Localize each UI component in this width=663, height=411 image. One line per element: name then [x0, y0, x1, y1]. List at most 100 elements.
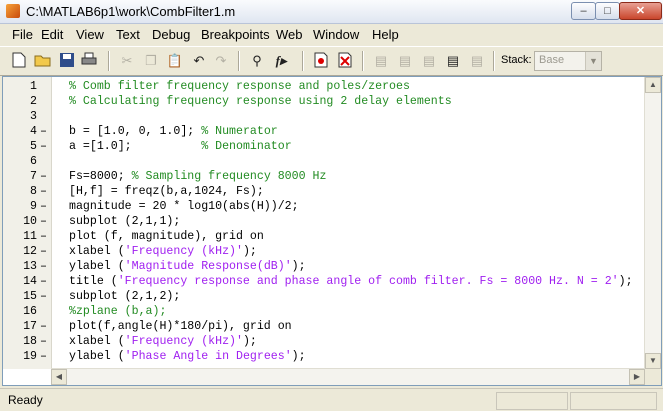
- maximize-button[interactable]: □: [595, 2, 620, 20]
- step-in-icon[interactable]: ▤: [396, 52, 414, 70]
- toolbar: ✂ ❐ 📋 ↶ ↷ ⚲ f▸ ▤ ▤ ▤ ▤ ▤ Stack: Base ▼: [0, 46, 663, 76]
- menu-edit[interactable]: Edit: [41, 27, 63, 42]
- code-line[interactable]: 9– magnitude = 20 * log10(abs(H))/2;: [3, 199, 643, 214]
- breakpoint-marker[interactable]: –: [40, 349, 47, 364]
- paste-icon[interactable]: 📋: [166, 52, 184, 70]
- menu-file[interactable]: File: [12, 27, 33, 42]
- menu-text[interactable]: Text: [116, 27, 140, 42]
- minimize-button[interactable]: –: [571, 2, 596, 20]
- print-icon[interactable]: [80, 52, 98, 70]
- line-number: 4: [30, 125, 37, 138]
- code-text: % Calculating frequency response using 2…: [69, 94, 452, 109]
- code-line[interactable]: 10– subplot (2,1,1);: [3, 214, 643, 229]
- code-line[interactable]: 2 % Calculating frequency response using …: [3, 94, 643, 109]
- code-line[interactable]: 6: [3, 154, 643, 169]
- code-line[interactable]: 8– [H,f] = freqz(b,a,1024, Fs);: [3, 184, 643, 199]
- code-line[interactable]: 4– b = [1.0, 0, 1.0]; % Numerator: [3, 124, 643, 139]
- code-text: xlabel ('Frequency (kHz)');: [69, 334, 257, 349]
- find-binoculars-icon[interactable]: ⚲: [248, 52, 266, 70]
- save-icon[interactable]: [58, 52, 76, 70]
- breakpoint-marker[interactable]: –: [40, 169, 47, 184]
- scroll-right-icon[interactable]: ▶: [629, 369, 645, 385]
- code-token: plot (f, magnitude), grid on: [69, 230, 264, 243]
- line-number: 14: [23, 275, 37, 288]
- code-line[interactable]: 7– Fs=8000; % Sampling frequency 8000 Hz: [3, 169, 643, 184]
- step-icon[interactable]: ▤: [372, 52, 390, 70]
- code-token: ylabel (: [69, 350, 125, 363]
- code-line[interactable]: 14– title ('Frequency response and phase …: [3, 274, 643, 289]
- close-button[interactable]: ✕: [619, 2, 662, 20]
- scrollbar-corner: [645, 369, 661, 385]
- code-line[interactable]: 13– ylabel ('Magnitude Response(dB)');: [3, 259, 643, 274]
- breakpoint-marker[interactable]: –: [40, 259, 47, 274]
- code-comment: % Sampling frequency 8000 Hz: [131, 170, 327, 183]
- code-line[interactable]: 16 %zplane (b,a);: [3, 304, 643, 319]
- continue-icon[interactable]: ▤: [444, 52, 462, 70]
- menu-breakpoints[interactable]: Breakpoints: [201, 27, 270, 42]
- code-editor[interactable]: 1 % Comb filter frequency response and po…: [2, 76, 662, 386]
- line-number: 6: [30, 155, 37, 168]
- code-text: b = [1.0, 0, 1.0]; % Numerator: [69, 124, 278, 139]
- menu-help[interactable]: Help: [372, 27, 399, 42]
- breakpoint-marker[interactable]: –: [40, 244, 47, 259]
- breakpoint-marker[interactable]: –: [40, 124, 47, 139]
- breakpoint-marker[interactable]: –: [40, 199, 47, 214]
- line-number: 13: [23, 260, 37, 273]
- step-out-icon[interactable]: ▤: [420, 52, 438, 70]
- breakpoint-marker[interactable]: –: [40, 289, 47, 304]
- breakpoint-marker[interactable]: –: [40, 229, 47, 244]
- quit-debug-icon[interactable]: ▤: [468, 52, 486, 70]
- cut-icon[interactable]: ✂: [118, 52, 136, 70]
- function-icon[interactable]: f▸: [272, 52, 290, 70]
- line-number: 11: [23, 230, 37, 243]
- code-line[interactable]: 11– plot (f, magnitude), grid on: [3, 229, 643, 244]
- breakpoint-marker[interactable]: –: [40, 334, 47, 349]
- set-breakpoint-icon[interactable]: [312, 52, 330, 70]
- scroll-left-icon[interactable]: ◀: [51, 369, 67, 385]
- toolbar-separator: [238, 51, 240, 71]
- breakpoint-marker[interactable]: –: [40, 184, 47, 199]
- code-line[interactable]: 18– xlabel ('Frequency (kHz)');: [3, 334, 643, 349]
- breakpoint-marker[interactable]: –: [40, 319, 47, 334]
- menu-debug[interactable]: Debug: [152, 27, 190, 42]
- scroll-up-icon[interactable]: ▲: [645, 77, 661, 93]
- code-string: 'Frequency (kHz)': [124, 335, 243, 348]
- code-line[interactable]: 5– a =[1.0]; % Denominator: [3, 139, 643, 154]
- breakpoint-marker[interactable]: –: [40, 139, 47, 154]
- code-text: subplot (2,1,1);: [69, 214, 180, 229]
- breakpoint-marker[interactable]: –: [40, 214, 47, 229]
- line-number: 3: [30, 110, 37, 123]
- code-comment: % Calculating frequency response using 2…: [69, 95, 452, 108]
- scroll-down-icon[interactable]: ▼: [645, 353, 661, 369]
- code-line[interactable]: 3: [3, 109, 643, 124]
- open-folder-icon[interactable]: [34, 52, 52, 70]
- menu-window[interactable]: Window: [313, 27, 359, 42]
- status-text: Ready: [8, 393, 43, 407]
- stack-select[interactable]: Base ▼: [534, 51, 602, 71]
- clear-breakpoint-icon[interactable]: [336, 52, 354, 70]
- copy-icon[interactable]: ❐: [142, 52, 160, 70]
- code-text: % Comb filter frequency response and pol…: [69, 79, 410, 94]
- line-number: 18: [23, 335, 37, 348]
- title-bar[interactable]: C:\MATLAB6p1\work\CombFilter1.m – □ ✕: [0, 0, 663, 24]
- code-token: );: [242, 245, 257, 258]
- undo-icon[interactable]: ↶: [190, 52, 208, 70]
- menu-web[interactable]: Web: [276, 27, 303, 42]
- new-file-icon[interactable]: [10, 52, 28, 70]
- horizontal-scrollbar[interactable]: ◀ ▶: [51, 368, 645, 385]
- code-token: title (: [69, 275, 118, 288]
- code-token: Fs=8000;: [69, 170, 132, 183]
- menu-view[interactable]: View: [76, 27, 104, 42]
- code-comment: % Comb filter frequency response and pol…: [69, 80, 410, 93]
- code-text: a =[1.0]; % Denominator: [69, 139, 292, 154]
- code-line[interactable]: 1 % Comb filter frequency response and po…: [3, 79, 643, 94]
- code-line[interactable]: 17– plot(f,angle(H)*180/pi), grid on: [3, 319, 643, 334]
- breakpoint-marker[interactable]: –: [40, 274, 47, 289]
- code-line[interactable]: 19– ylabel ('Phase Angle in Degrees');: [3, 349, 643, 364]
- chevron-down-icon[interactable]: ▼: [585, 52, 601, 70]
- code-text: %zplane (b,a);: [69, 304, 166, 319]
- code-line[interactable]: 15– subplot (2,1,2);: [3, 289, 643, 304]
- redo-icon[interactable]: ↷: [212, 52, 230, 70]
- vertical-scrollbar[interactable]: ▲ ▼: [644, 77, 661, 369]
- code-line[interactable]: 12– xlabel ('Frequency (kHz)');: [3, 244, 643, 259]
